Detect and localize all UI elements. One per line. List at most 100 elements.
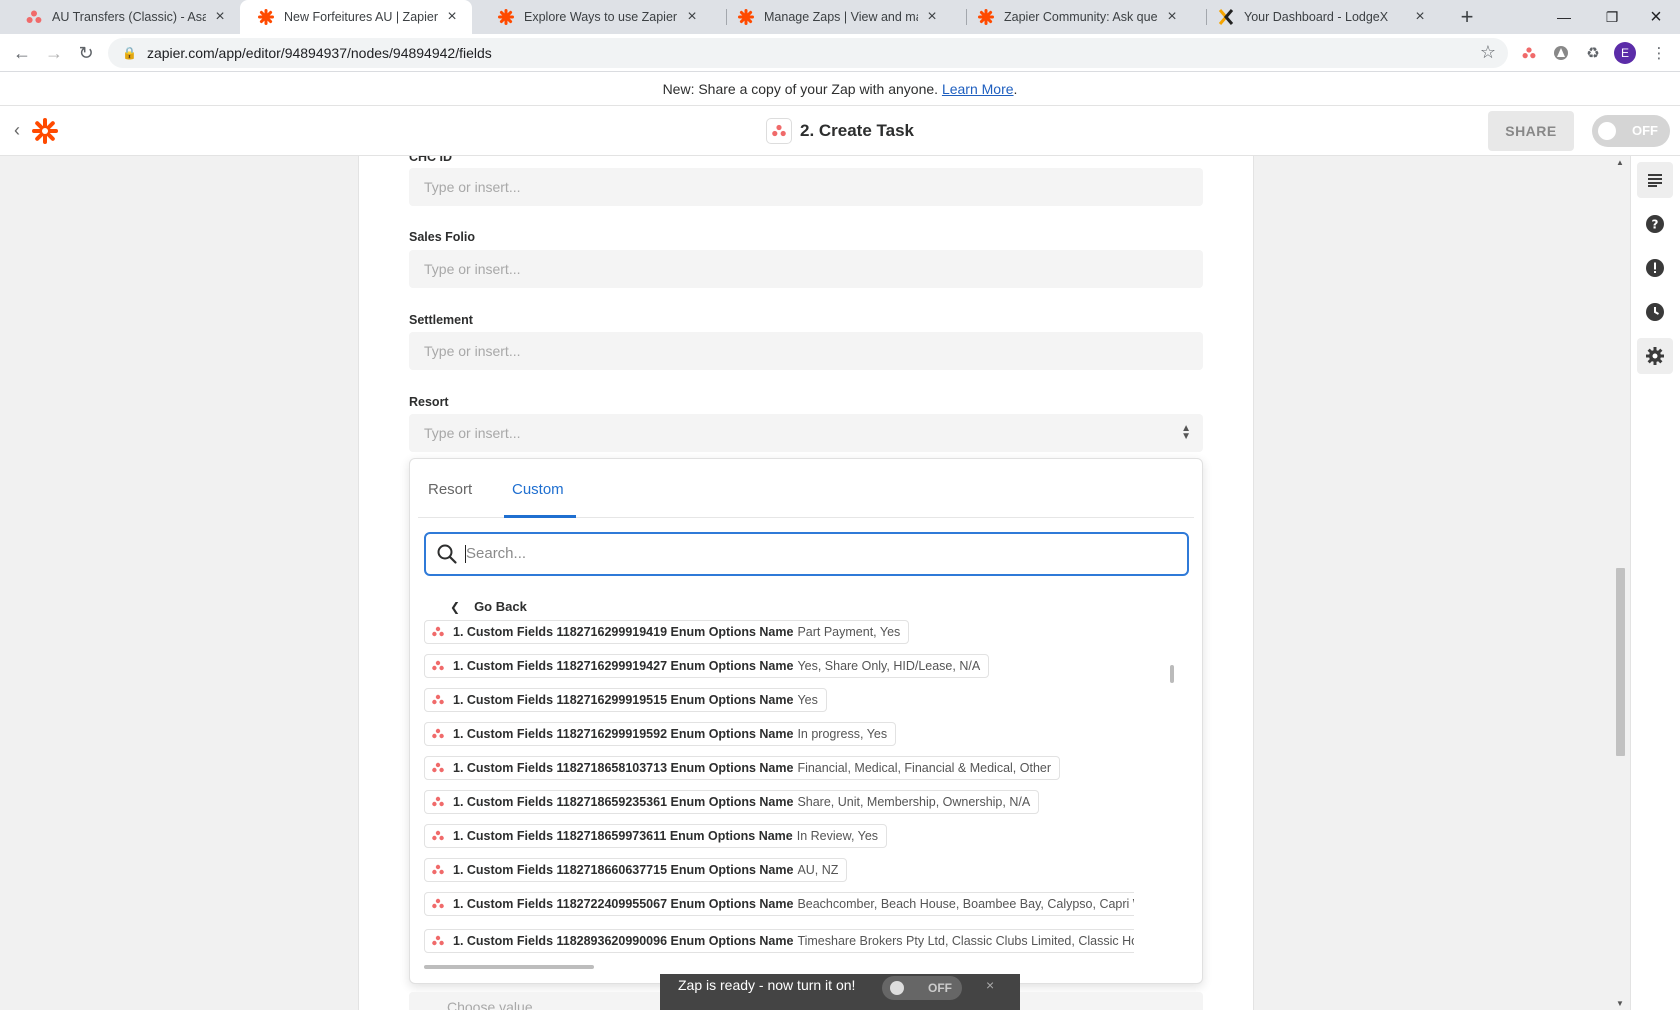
close-tab-icon[interactable]: × xyxy=(212,8,228,26)
minimize-icon[interactable]: — xyxy=(1540,0,1588,34)
zapier-icon xyxy=(498,9,514,25)
resort-select[interactable]: Type or insert... ▲ ▼ xyxy=(409,414,1203,452)
toast-toggle-knob xyxy=(890,981,904,995)
settlement-input[interactable]: Type or insert... xyxy=(409,332,1203,370)
profile-avatar[interactable]: E xyxy=(1614,42,1636,64)
editor-canvas: CHC ID Type or insert... Sales Folio Typ… xyxy=(0,156,1630,1010)
help-button[interactable]: ? xyxy=(1637,206,1673,242)
lock-icon: 🔒 xyxy=(122,46,137,60)
zap-on-off-toggle[interactable]: OFF xyxy=(1592,115,1670,147)
sales-folio-input[interactable]: Type or insert... xyxy=(409,250,1203,288)
option-value: AU, NZ xyxy=(797,863,839,877)
step-fields-panel: CHC ID Type or insert... Sales Folio Typ… xyxy=(358,156,1254,1010)
menu-kebab-icon[interactable]: ⋮ xyxy=(1648,42,1670,64)
restore-icon[interactable]: ❐ xyxy=(1588,0,1636,34)
tab-resort[interactable]: Resort xyxy=(428,481,472,498)
list-item[interactable]: 1. Custom Fields 1182722409955067 Enum O… xyxy=(424,892,1134,916)
tab-custom[interactable]: Custom xyxy=(512,481,564,498)
reload-icon[interactable]: ↻ xyxy=(72,39,100,67)
go-back-button[interactable]: ❮ Go Back xyxy=(450,599,527,614)
svg-text:?: ? xyxy=(1652,218,1659,232)
zapier-icon xyxy=(738,9,754,25)
zapier-logo-icon[interactable] xyxy=(32,118,58,144)
toast-text: Zap is ready - now turn it on! xyxy=(678,977,856,993)
scrollbar-thumb[interactable] xyxy=(1616,568,1625,756)
asana-extension-icon[interactable] xyxy=(1518,42,1540,64)
list-vertical-scrollbar[interactable] xyxy=(1170,665,1174,683)
list-item[interactable]: 1. Custom Fields 1182718659235361 Enum O… xyxy=(424,790,1040,814)
browser-tab[interactable]: Zapier Community: Ask question × xyxy=(960,0,1192,34)
list-item[interactable]: 1. Custom Fields 1182893620990096 Enum O… xyxy=(424,929,1134,953)
option-key: 1. Custom Fields 1182718659973611 Enum O… xyxy=(453,829,793,843)
zap-ready-toast: Zap is ready - now turn it on! OFF × xyxy=(660,974,1020,1010)
list-item[interactable]: 1. Custom Fields 1182718659973611 Enum O… xyxy=(424,824,888,848)
option-value: In progress, Yes xyxy=(797,727,888,741)
browser-tab-title: New Forfeitures AU | Zapier xyxy=(284,10,438,24)
option-key: 1. Custom Fields 1182718658103713 Enum O… xyxy=(453,761,794,775)
bookmark-star-icon[interactable]: ☆ xyxy=(1480,42,1496,63)
option-key: 1. Custom Fields 1182716299919427 Enum O… xyxy=(453,659,794,673)
option-value: Beachcomber, Beach House, Boambee Bay, C… xyxy=(797,897,1134,911)
option-key: 1. Custom Fields 1182893620990096 Enum O… xyxy=(453,934,794,948)
back-arrow-icon[interactable]: ← xyxy=(8,39,36,67)
toast-toggle-label: OFF xyxy=(928,981,952,995)
toggle-label: OFF xyxy=(1632,123,1658,138)
forward-arrow-icon[interactable]: → xyxy=(40,39,68,67)
list-item[interactable]: 1. Custom Fields 1182716299919427 Enum O… xyxy=(424,654,990,678)
asana-icon xyxy=(429,895,447,913)
search-input[interactable]: Search... xyxy=(424,532,1189,576)
exclamation-icon xyxy=(1646,259,1664,277)
close-tab-icon[interactable]: × xyxy=(1412,8,1428,26)
asana-icon xyxy=(429,861,447,879)
list-item[interactable]: 1. Custom Fields 1182716299919419 Enum O… xyxy=(424,620,910,644)
search-placeholder: Search... xyxy=(466,545,527,562)
zapier-icon xyxy=(258,9,274,25)
close-tab-icon[interactable]: × xyxy=(444,8,460,26)
address-bar[interactable]: 🔒 zapier.com/app/editor/94894937/nodes/9… xyxy=(108,38,1508,68)
list-horizontal-scrollbar[interactable] xyxy=(424,965,594,969)
settings-button[interactable] xyxy=(1637,338,1673,374)
step-title: 2. Create Task xyxy=(0,106,1680,156)
browser-tab-strip: AU Transfers (Classic) - Asana × New For… xyxy=(0,0,1680,34)
list-item[interactable]: 1. Custom Fields 1182718658103713 Enum O… xyxy=(424,756,1061,780)
asana-app-icon xyxy=(765,118,792,144)
extension-icon[interactable] xyxy=(1550,42,1572,64)
asana-icon xyxy=(429,759,447,777)
alerts-button[interactable] xyxy=(1637,250,1673,286)
browser-tab[interactable]: Manage Zaps | View and manage × xyxy=(720,0,952,34)
list-item[interactable]: 1. Custom Fields 1182718660637715 Enum O… xyxy=(424,858,848,882)
field-label-resort: Resort xyxy=(409,395,449,409)
share-button[interactable]: SHARE xyxy=(1488,111,1574,151)
asana-icon xyxy=(429,827,447,845)
page-scrollbar[interactable]: ▲ ▼ xyxy=(1613,156,1628,1010)
close-tab-icon[interactable]: × xyxy=(924,8,940,26)
close-tab-icon[interactable]: × xyxy=(684,8,700,26)
scroll-up-arrow-icon[interactable]: ▲ xyxy=(1616,158,1624,167)
active-tab-indicator xyxy=(504,515,576,518)
puzzle-extensions-icon[interactable]: ♻ xyxy=(1582,42,1604,64)
new-tab-button[interactable]: + xyxy=(1453,3,1481,31)
chc-id-input[interactable]: Type or insert... xyxy=(409,168,1203,206)
search-icon xyxy=(437,544,457,564)
list-item[interactable]: 1. Custom Fields 1182716299919515 Enum O… xyxy=(424,688,827,712)
options-list: 1. Custom Fields 1182716299919419 Enum O… xyxy=(424,614,1134,926)
list-item[interactable]: 1. Custom Fields 1182716299919592 Enum O… xyxy=(424,722,897,746)
outline-button[interactable] xyxy=(1637,162,1673,198)
toast-toggle[interactable]: OFF xyxy=(882,976,962,1000)
choose-value-placeholder: Choose value... xyxy=(447,999,545,1010)
browser-tab[interactable]: AU Transfers (Classic) - Asana × xyxy=(8,0,240,34)
option-key: 1. Custom Fields 1182716299919592 Enum O… xyxy=(453,727,794,741)
history-button[interactable] xyxy=(1637,294,1673,330)
close-window-icon[interactable]: × xyxy=(1632,0,1680,34)
close-icon[interactable]: × xyxy=(986,974,994,996)
browser-tab[interactable]: Your Dashboard - LodgeX × xyxy=(1200,0,1440,34)
browser-tab[interactable]: Explore Ways to use Zapier by Ind × xyxy=(480,0,712,34)
list-lines-icon xyxy=(1648,174,1662,187)
learn-more-link[interactable]: Learn More xyxy=(942,81,1014,97)
browser-tab-active[interactable]: New Forfeitures AU | Zapier × xyxy=(240,0,472,34)
back-chevron-icon[interactable]: ‹ xyxy=(14,120,20,141)
scroll-down-arrow-icon[interactable]: ▼ xyxy=(1616,999,1624,1008)
option-key: 1. Custom Fields 1182716299919515 Enum O… xyxy=(453,693,794,707)
browser-tab-title: Manage Zaps | View and manage xyxy=(764,10,918,24)
close-tab-icon[interactable]: × xyxy=(1164,8,1180,26)
